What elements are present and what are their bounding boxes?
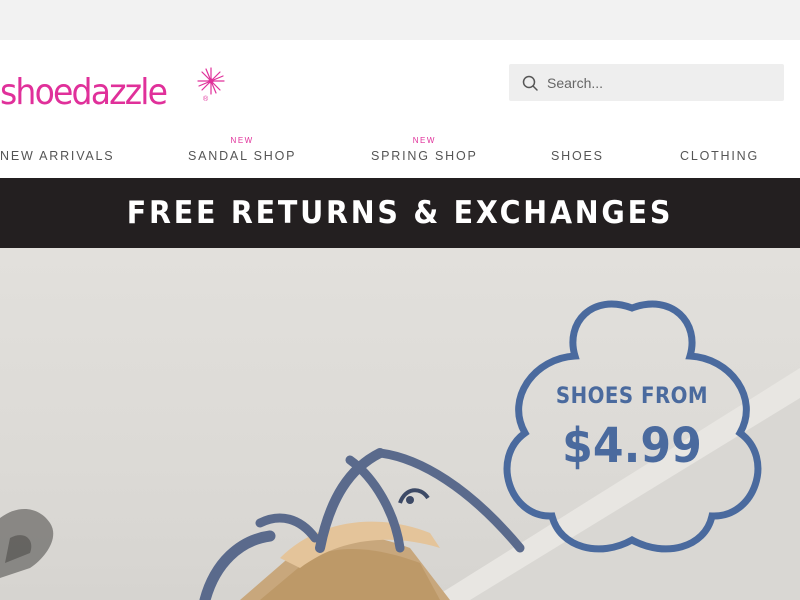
nav-item-spring-shop[interactable]: NEW SPRING SHOP bbox=[371, 136, 478, 164]
hero-banner[interactable]: SHOES FROM $4.99 bbox=[0, 248, 800, 600]
nav-new-badge bbox=[0, 136, 114, 146]
nav-new-badge bbox=[680, 136, 759, 146]
main-navigation: NEW ARRIVALS NEW SANDAL SHOP NEW SPRING … bbox=[0, 136, 800, 166]
search-input[interactable] bbox=[547, 74, 767, 91]
badge-price: $4.99 bbox=[562, 418, 702, 474]
nav-item-shoes[interactable]: SHOES bbox=[551, 136, 604, 164]
nav-item-clothing[interactable]: CLOTHING bbox=[680, 136, 759, 164]
logo-wordmark: shoedazzle bbox=[0, 72, 168, 113]
nav-label: CLOTHING bbox=[680, 149, 759, 163]
nav-item-new-arrivals[interactable]: NEW ARRIVALS bbox=[0, 136, 114, 164]
top-utility-bar bbox=[0, 0, 800, 40]
nav-label: SANDAL SHOP bbox=[188, 149, 297, 163]
search-icon[interactable] bbox=[521, 74, 539, 92]
nav-label: SPRING SHOP bbox=[371, 149, 478, 163]
nav-item-sandal-shop[interactable]: NEW SANDAL SHOP bbox=[188, 136, 296, 164]
nav-new-badge: NEW bbox=[230, 136, 254, 145]
nav-label: NEW ARRIVALS bbox=[0, 149, 115, 163]
search-box[interactable] bbox=[509, 64, 784, 101]
logo-registered-mark: ® bbox=[203, 96, 209, 103]
nav-new-badge: NEW bbox=[412, 136, 436, 145]
shoedazzle-logo[interactable]: shoedazzle ® bbox=[0, 66, 230, 116]
promo-banner[interactable]: FREE RETURNS & EXCHANGES bbox=[0, 178, 800, 248]
nav-new-badge bbox=[551, 136, 604, 146]
sparkle-icon bbox=[197, 67, 225, 95]
nav-label: SHOES bbox=[551, 149, 604, 163]
badge-shoes-from: SHOES FROM bbox=[555, 384, 709, 409]
site-header: shoedazzle ® NEW ARRIVALS NEW bbox=[0, 40, 800, 178]
promo-text: FREE RETURNS & EXCHANGES bbox=[126, 195, 674, 231]
